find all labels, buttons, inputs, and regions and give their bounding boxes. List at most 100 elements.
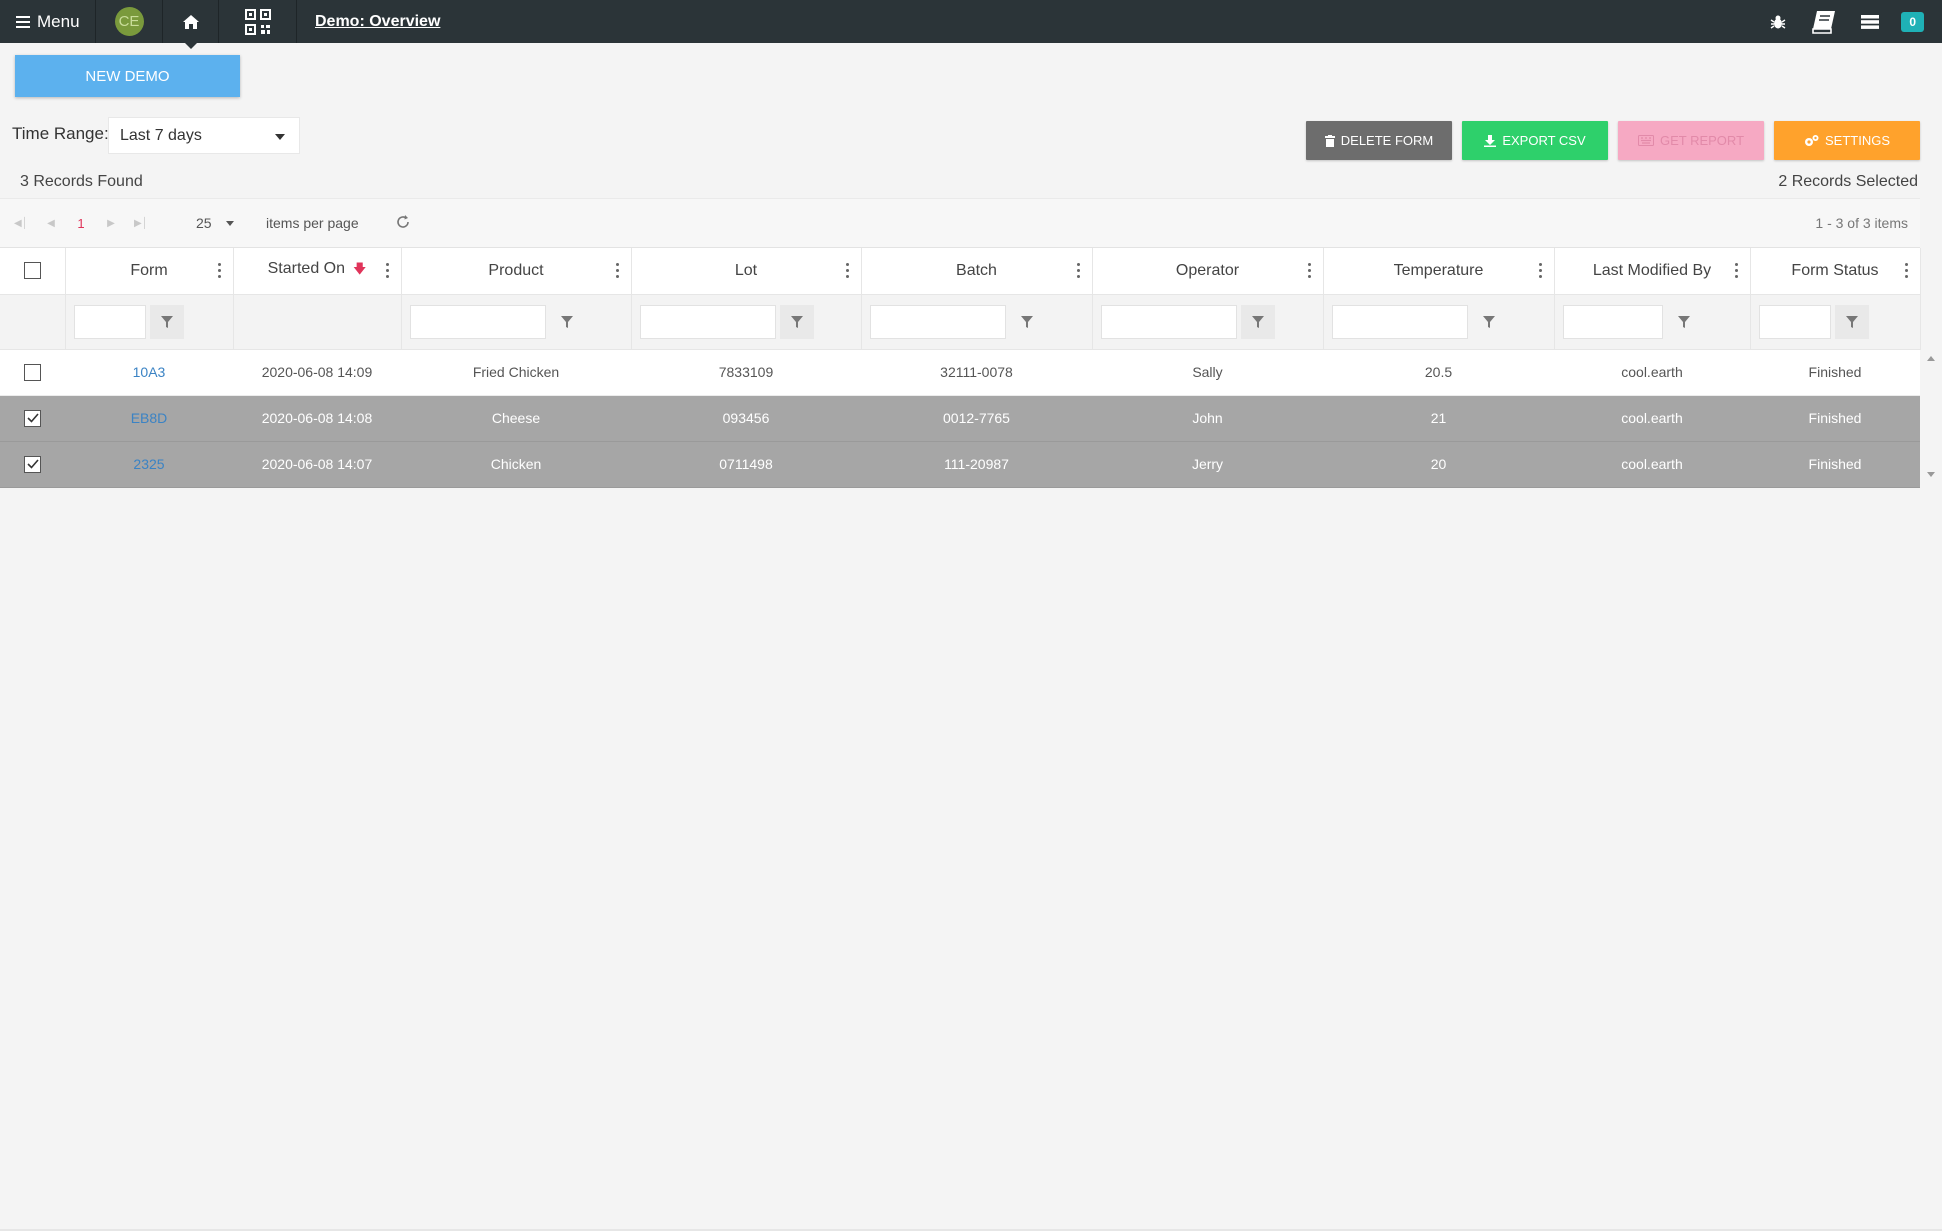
- export-csv-label: EXPORT CSV: [1502, 133, 1586, 148]
- action-toolbar: DELETE FORM EXPORT CSV GET REPORT SETTIN…: [1306, 121, 1920, 160]
- bug-report-button[interactable]: [1755, 0, 1801, 43]
- filter-icon[interactable]: [779, 304, 814, 339]
- scroll-up-icon[interactable]: [1927, 356, 1935, 361]
- cell-form-status: Finished: [1750, 395, 1920, 442]
- table-row[interactable]: EB8D 2020-06-08 14:08 Cheese 093456 0012…: [0, 395, 1920, 442]
- column-header-started-on[interactable]: Started On 🡇: [233, 248, 402, 295]
- row-select-cell: [0, 395, 65, 442]
- row-select-cell: [0, 349, 65, 396]
- scroll-down-icon[interactable]: [1927, 472, 1935, 477]
- column-menu-icon[interactable]: [1904, 263, 1908, 278]
- delete-form-label: DELETE FORM: [1340, 133, 1434, 148]
- column-menu-icon[interactable]: [1076, 263, 1080, 278]
- row-checkbox[interactable]: [24, 363, 41, 381]
- filter-icon[interactable]: [1472, 305, 1506, 339]
- cell-form: 10A3: [65, 349, 233, 396]
- sort-desc-icon: 🡇: [353, 260, 367, 276]
- menu-button[interactable]: Menu: [0, 0, 96, 43]
- filter-input-lot[interactable]: [639, 304, 776, 339]
- server-status-button[interactable]: [1847, 0, 1893, 43]
- keyboard-icon: [1637, 135, 1654, 146]
- column-header-lot[interactable]: Lot: [631, 248, 862, 295]
- filter-icon[interactable]: [1240, 304, 1275, 339]
- page-title[interactable]: Demo: Overview: [315, 13, 440, 31]
- column-header-operator[interactable]: Operator: [1092, 248, 1324, 295]
- column-menu-icon[interactable]: [615, 263, 619, 278]
- export-csv-button[interactable]: EXPORT CSV: [1462, 121, 1608, 160]
- column-header-form[interactable]: Form: [65, 248, 234, 295]
- column-label: Last Modified By: [1592, 261, 1712, 279]
- column-header-last-modified-by[interactable]: Last Modified By: [1554, 248, 1751, 295]
- filter-icon[interactable]: [1667, 305, 1701, 339]
- refresh-button[interactable]: [395, 214, 411, 233]
- column-header-product[interactable]: Product: [401, 248, 632, 295]
- filter-input-temperature[interactable]: [1331, 304, 1468, 339]
- column-label: Operator: [1175, 261, 1240, 279]
- column-label: Product: [488, 261, 544, 279]
- table-row[interactable]: 2325 2020-06-08 14:07 Chicken 0711498 11…: [0, 441, 1920, 488]
- filter-icon[interactable]: [1010, 305, 1044, 339]
- filter-input-batch[interactable]: [869, 304, 1006, 339]
- new-demo-button[interactable]: NEW DEMO: [15, 55, 240, 97]
- filter-icon[interactable]: [1834, 304, 1869, 339]
- get-report-button[interactable]: GET REPORT: [1618, 121, 1764, 160]
- manual-button[interactable]: [1801, 0, 1847, 43]
- avatar[interactable]: CE: [114, 7, 144, 36]
- filter-input-form-status[interactable]: [1758, 304, 1831, 339]
- records-table: Form Started On 🡇 Product Lot Batch Opera…: [0, 248, 1921, 488]
- select-all-checkbox[interactable]: [23, 262, 41, 280]
- notification-badge[interactable]: 0: [1901, 11, 1924, 32]
- home-button[interactable]: [163, 0, 219, 49]
- column-label: Lot: [734, 261, 758, 279]
- last-page-icon[interactable]: ▶│: [126, 218, 156, 229]
- form-link[interactable]: EB8D: [131, 410, 168, 426]
- row-checkbox[interactable]: [24, 455, 41, 473]
- next-page-icon[interactable]: ▶: [96, 218, 126, 229]
- top-nav-bar: Menu CE Demo: Overview 0: [0, 0, 1942, 49]
- filter-cell-operator: [1092, 294, 1324, 350]
- filter-cell-form-status: [1750, 294, 1921, 350]
- cell-product: Chicken: [401, 441, 631, 488]
- checkmark-icon: [26, 413, 39, 424]
- prev-page-icon[interactable]: ◀: [36, 218, 66, 229]
- form-link[interactable]: 10A3: [133, 364, 166, 380]
- filter-row: [0, 294, 1921, 350]
- form-link[interactable]: 2325: [133, 456, 164, 472]
- filter-icon[interactable]: [149, 304, 184, 339]
- column-label: Temperature: [1393, 261, 1484, 279]
- column-header-temperature[interactable]: Temperature: [1323, 248, 1555, 295]
- qr-scan-button[interactable]: [219, 0, 297, 43]
- column-menu-icon[interactable]: [1734, 263, 1738, 278]
- filter-input-operator[interactable]: [1100, 304, 1237, 339]
- table-row[interactable]: 10A3 2020-06-08 14:09 Fried Chicken 7833…: [0, 349, 1920, 396]
- filter-icon[interactable]: [550, 305, 584, 339]
- filter-input-last-modified-by[interactable]: [1562, 304, 1663, 339]
- page-size-select[interactable]: 25: [196, 215, 248, 231]
- row-checkbox[interactable]: [24, 409, 41, 427]
- column-header-batch[interactable]: Batch: [861, 248, 1093, 295]
- filter-cell-empty: [0, 294, 66, 350]
- chevron-down-icon: [225, 220, 234, 226]
- filter-input-product[interactable]: [409, 304, 546, 339]
- delete-form-button[interactable]: DELETE FORM: [1306, 121, 1452, 160]
- refresh-icon: [396, 214, 409, 228]
- settings-button[interactable]: SETTINGS: [1774, 121, 1920, 160]
- column-menu-icon[interactable]: [217, 263, 221, 278]
- column-menu-icon[interactable]: [1307, 263, 1311, 278]
- menu-label: Menu: [37, 11, 80, 31]
- filter-cell-last-modified-by: [1554, 294, 1751, 350]
- column-menu-icon[interactable]: [845, 263, 849, 278]
- avatar-container[interactable]: CE: [96, 0, 163, 43]
- filter-input-form[interactable]: [73, 304, 146, 339]
- column-menu-icon[interactable]: [1538, 263, 1542, 278]
- grid-scrollbar[interactable]: [1920, 350, 1942, 490]
- cell-last-modified-by: cool.earth: [1554, 349, 1750, 396]
- server-stack-icon: [1861, 14, 1880, 29]
- cell-batch: 0012-7765: [861, 395, 1092, 442]
- current-page[interactable]: 1: [66, 216, 96, 231]
- first-page-icon[interactable]: ◀│: [6, 218, 36, 229]
- column-header-form-status[interactable]: Form Status: [1750, 248, 1921, 295]
- column-menu-icon[interactable]: [385, 263, 389, 278]
- time-range-select[interactable]: Last 7 days: [108, 117, 300, 154]
- cell-temperature: 20.5: [1323, 349, 1554, 396]
